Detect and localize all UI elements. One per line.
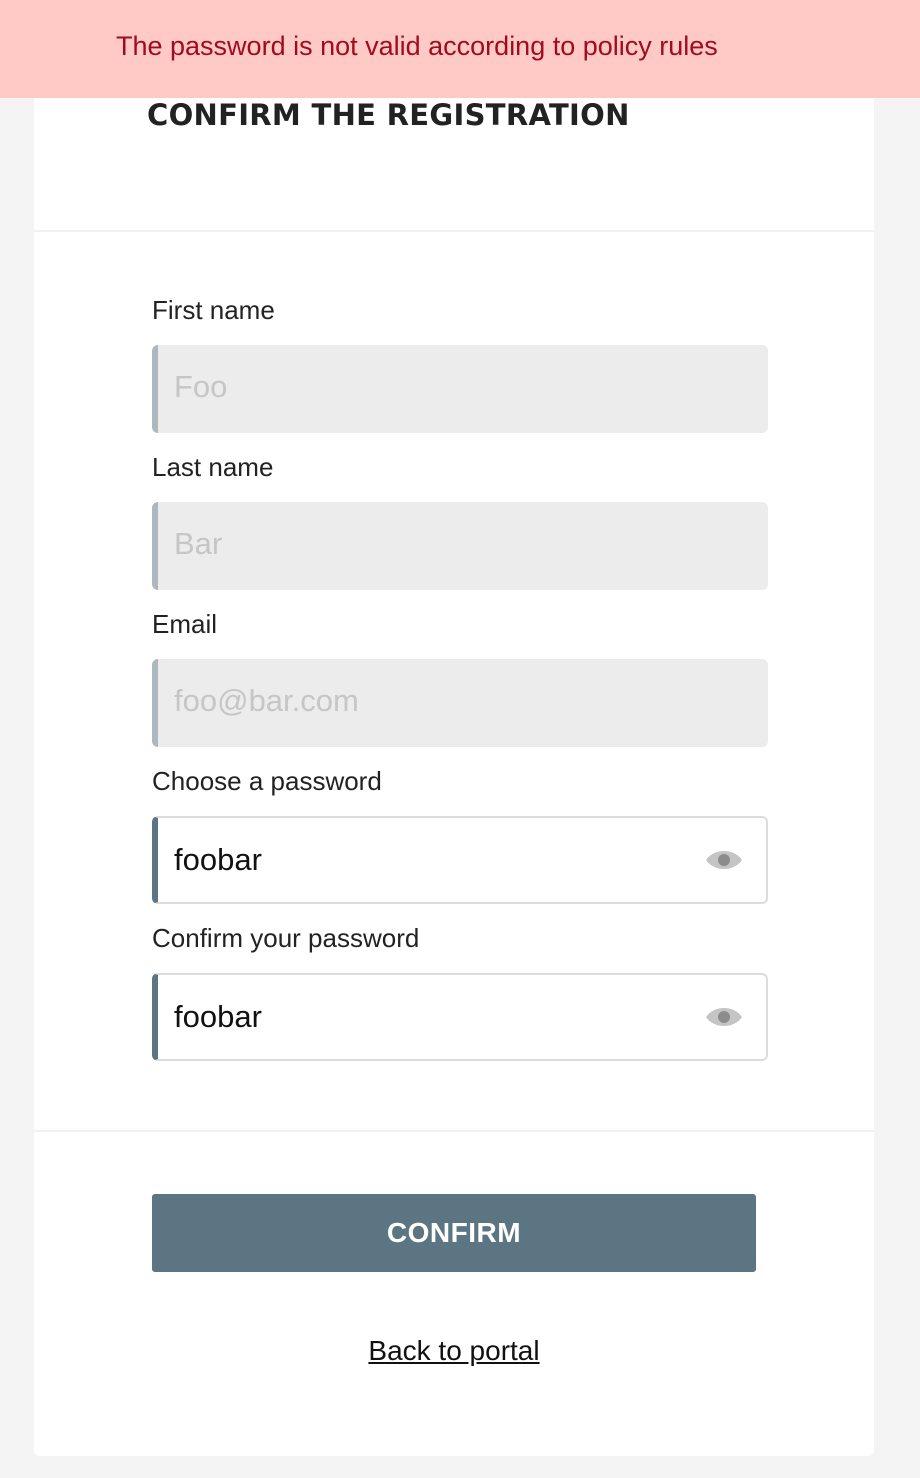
- confirm-password-field: Confirm your password: [152, 923, 768, 1061]
- eye-icon[interactable]: [704, 1001, 744, 1033]
- first-name-field: First name: [152, 295, 768, 433]
- back-to-portal-link[interactable]: Back to portal: [34, 1335, 874, 1367]
- first-name-input[interactable]: [174, 345, 674, 429]
- confirm-password-input[interactable]: [174, 975, 674, 1059]
- email-box: [152, 659, 768, 747]
- eye-icon[interactable]: [704, 844, 744, 876]
- confirm-password-label: Confirm your password: [152, 923, 420, 953]
- password-label: Choose a password: [152, 766, 382, 796]
- last-name-box: [152, 502, 768, 590]
- password-input[interactable]: [174, 818, 674, 902]
- password-field: Choose a password: [152, 766, 768, 904]
- first-name-box: [152, 345, 768, 433]
- last-name-label: Last name: [152, 452, 274, 482]
- last-name-field: Last name: [152, 452, 768, 590]
- error-alert-message: The password is not valid according to p…: [116, 31, 718, 61]
- confirm-password-box: [152, 973, 768, 1061]
- registration-form: First name Last name Email Choose a pass…: [34, 232, 874, 1132]
- error-alert: The password is not valid according to p…: [0, 0, 920, 98]
- last-name-input[interactable]: [174, 502, 674, 586]
- email-input[interactable]: [174, 659, 674, 743]
- confirm-button[interactable]: CONFIRM: [152, 1194, 756, 1272]
- email-field: Email: [152, 609, 768, 747]
- page-title: CONFIRM THE REGISTRATION: [147, 98, 630, 132]
- first-name-label: First name: [152, 295, 275, 325]
- registration-card: CONFIRM THE REGISTRATION First name Last…: [34, 0, 874, 1456]
- password-box: [152, 816, 768, 904]
- email-label: Email: [152, 609, 218, 639]
